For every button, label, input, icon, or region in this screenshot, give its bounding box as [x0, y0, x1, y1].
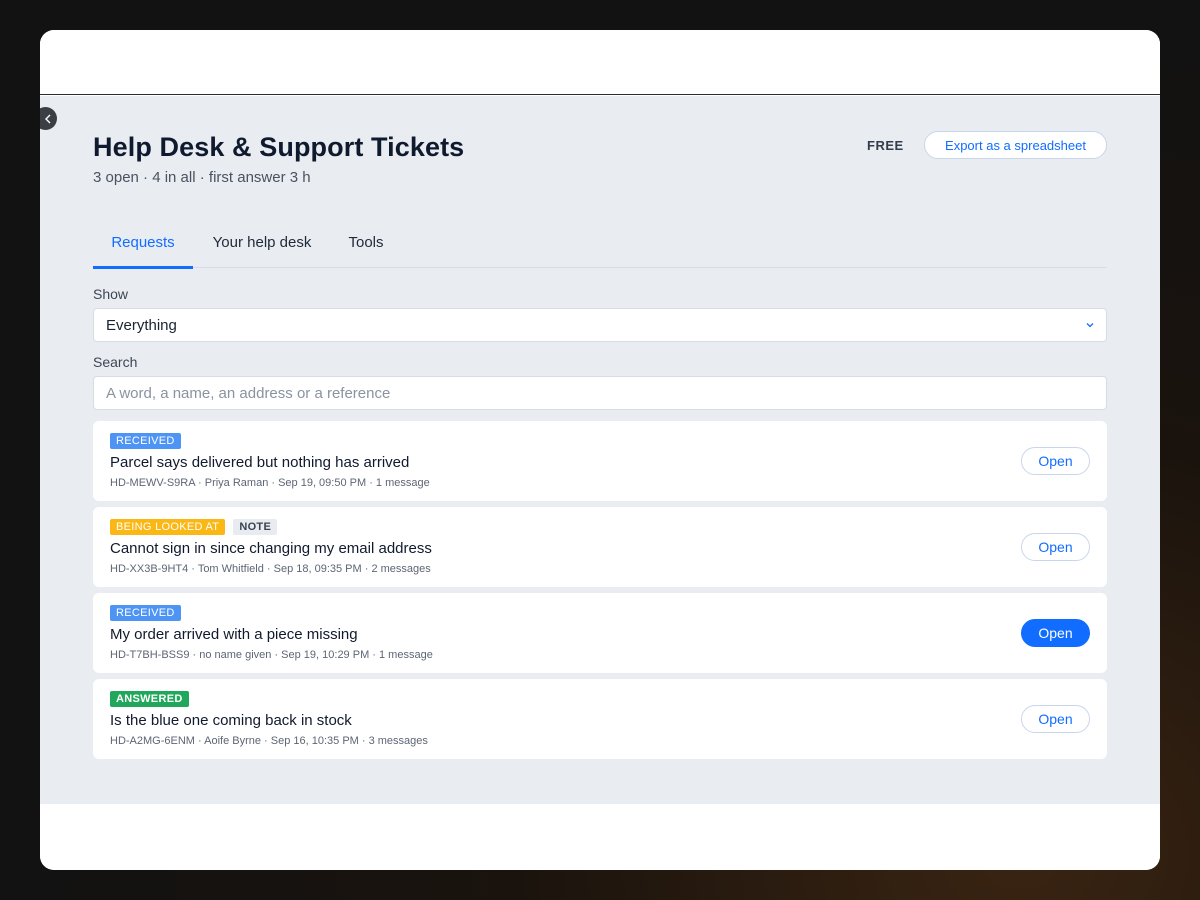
open-ticket-button[interactable]: Open [1021, 447, 1090, 475]
main-content: Help Desk & Support Tickets 3 open · 4 i… [40, 96, 1160, 804]
search-input[interactable] [93, 376, 1107, 410]
status-badge: RECEIVED [110, 433, 181, 449]
plan-badge: FREE [867, 138, 904, 153]
show-filter-label: Show [93, 286, 129, 302]
ticket-card[interactable]: RECEIVED Parcel says delivered but nothi… [93, 421, 1107, 501]
footer-area [40, 804, 1160, 870]
tab-bar: Requests Your help desk Tools [93, 216, 1107, 269]
ticket-meta: HD-T7BH-BSS9 · no name given · Sep 19, 1… [110, 649, 433, 661]
show-filter-select[interactable]: Everything [93, 308, 1107, 342]
ticket-title: Parcel says delivered but nothing has ar… [110, 454, 410, 471]
chevron-left-icon [44, 114, 50, 123]
ticket-badges: ANSWERED [110, 691, 189, 707]
status-badge: ANSWERED [110, 691, 189, 707]
sidebar-collapse-button[interactable] [40, 107, 57, 130]
ticket-meta: HD-XX3B-9HT4 · Tom Whitfield · Sep 18, 0… [110, 563, 431, 575]
note-badge: NOTE [233, 519, 278, 535]
ticket-card[interactable]: ANSWERED Is the blue one coming back in … [93, 679, 1107, 759]
ticket-card[interactable]: BEING LOOKED AT NOTE Cannot sign in sinc… [93, 507, 1107, 587]
search-label: Search [93, 354, 138, 370]
tab-requests[interactable]: Requests [93, 216, 193, 269]
ticket-badges: BEING LOOKED AT NOTE [110, 519, 278, 535]
top-bar [40, 30, 1160, 95]
tab-tools[interactable]: Tools [331, 216, 401, 268]
tab-your-help-desk[interactable]: Your help desk [193, 216, 331, 268]
show-filter-value: Everything [106, 316, 177, 334]
open-ticket-button[interactable]: Open [1021, 619, 1090, 647]
ticket-badges: RECEIVED [110, 433, 181, 449]
open-ticket-button[interactable]: Open [1021, 705, 1090, 733]
ticket-badges: RECEIVED [110, 605, 181, 621]
export-spreadsheet-button[interactable]: Export as a spreadsheet [924, 131, 1107, 159]
ticket-meta: HD-MEWV-S9RA · Priya Raman · Sep 19, 09:… [110, 477, 430, 489]
status-badge: RECEIVED [110, 605, 181, 621]
chevron-down-icon [1086, 323, 1094, 328]
ticket-title: Cannot sign in since changing my email a… [110, 540, 432, 557]
page-title: Help Desk & Support Tickets [93, 132, 465, 162]
ticket-title: Is the blue one coming back in stock [110, 712, 352, 729]
page-subtitle: 3 open · 4 in all · first answer 3 h [93, 169, 311, 186]
ticket-meta: HD-A2MG-6ENM · Aoife Byrne · Sep 16, 10:… [110, 735, 428, 747]
open-ticket-button[interactable]: Open [1021, 533, 1090, 561]
status-badge: BEING LOOKED AT [110, 519, 226, 535]
ticket-card[interactable]: RECEIVED My order arrived with a piece m… [93, 593, 1107, 673]
ticket-title: My order arrived with a piece missing [110, 626, 358, 643]
app-window: Help Desk & Support Tickets 3 open · 4 i… [40, 30, 1160, 870]
